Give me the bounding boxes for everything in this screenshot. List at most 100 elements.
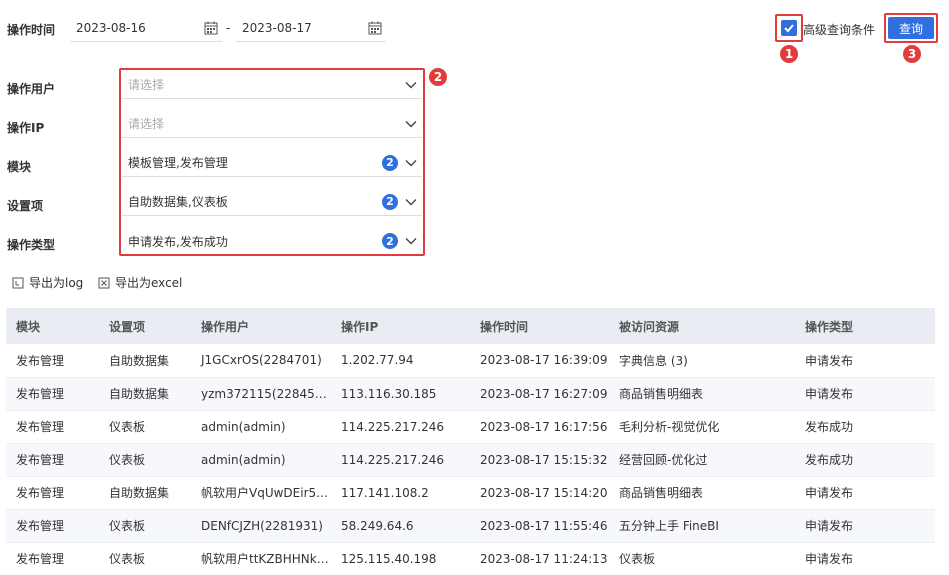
cell-module: 发布管理 [6, 476, 99, 510]
table-header-row: 模块 设置项 操作用户 操作IP 操作时间 被访问资源 操作类型 [6, 308, 935, 344]
module-count-badge: 2 [382, 154, 398, 171]
export-log-button[interactable]: 导出为log [12, 274, 83, 291]
cell-time: 2023-08-17 15:15:32 [470, 443, 609, 477]
chevron-down-icon [405, 120, 417, 127]
cell-user: yzm372115(2284568) [191, 377, 331, 411]
optype-count-badge: 2 [382, 233, 398, 249]
cell-setting: 仪表板 [99, 443, 191, 477]
check-icon [784, 24, 794, 33]
module-select[interactable]: 模板管理,发布管理 2 [122, 149, 422, 177]
end-date-field[interactable]: 2023-08-17 [236, 14, 386, 42]
cell-resource: 经营回顾-优化过 [609, 443, 795, 477]
setting-select[interactable]: 自助数据集,仪表板 2 [122, 188, 422, 216]
table-row[interactable]: 发布管理 自助数据集 yzm372115(2284568) 113.116.30.18… [6, 377, 935, 411]
cell-module: 发布管理 [6, 377, 99, 411]
cell-optype: 申请发布 [795, 542, 935, 575]
cell-optype: 申请发布 [795, 509, 935, 543]
marker-3: 3 [903, 45, 921, 63]
cell-resource: 五分钟上手 FineBI [609, 509, 795, 543]
ip-select[interactable]: 请选择 [122, 110, 422, 138]
cell-resource: 仪表板 [609, 542, 795, 575]
cell-module: 发布管理 [6, 542, 99, 575]
cell-ip: 114.225.217.246 [331, 443, 470, 477]
cell-setting: 仪表板 [99, 410, 191, 444]
advanced-query-label[interactable]: 高级查询条件 [803, 21, 875, 38]
cell-time: 2023-08-17 11:55:46 [470, 509, 609, 543]
query-button[interactable]: 查询 [888, 17, 934, 39]
table-row[interactable]: 发布管理 自助数据集 帆软用户VqUwDEir52... 117.141.108.2 2… [6, 476, 935, 510]
optype-value: 申请发布,发布成功 [128, 234, 228, 249]
cell-time: 2023-08-17 16:17:56 [470, 410, 609, 444]
optype-select[interactable]: 申请发布,发布成功 2 [122, 227, 422, 255]
cell-ip: 58.249.64.6 [331, 509, 470, 543]
module-value: 模板管理,发布管理 [128, 156, 228, 170]
cell-ip: 113.116.30.185 [331, 377, 470, 411]
table-row[interactable]: 发布管理 仪表板 admin(admin) 114.225.217.246 2023-0… [6, 410, 935, 444]
column-header-resource[interactable]: 被访问资源 [609, 308, 795, 344]
cell-time: 2023-08-17 16:39:09 [470, 344, 609, 378]
cell-setting: 自助数据集 [99, 476, 191, 510]
module-label: 模块 [7, 160, 32, 174]
setting-count-badge: 2 [382, 193, 398, 210]
time-label: 操作时间 [7, 23, 56, 37]
cell-ip: 1.202.77.94 [331, 344, 470, 378]
cell-resource: 字典信息 (3) [609, 344, 795, 378]
cell-setting: 仪表板 [99, 509, 191, 543]
start-date-field[interactable]: 2023-08-16 [70, 14, 222, 42]
chevron-down-icon [405, 159, 417, 166]
table-row[interactable]: 发布管理 仪表板 admin(admin) 114.225.217.246 2023-0… [6, 443, 935, 477]
log-file-icon [12, 277, 24, 288]
advanced-query-checkbox[interactable] [781, 20, 797, 36]
cell-time: 2023-08-17 16:27:09 [470, 377, 609, 411]
column-header-module[interactable]: 模块 [6, 308, 99, 344]
cell-setting: 自助数据集 [99, 377, 191, 411]
calendar-icon[interactable] [204, 21, 218, 35]
cell-resource: 商品销售明细表 [609, 476, 795, 510]
cell-ip: 125.115.40.198 [331, 542, 470, 575]
column-header-optype[interactable]: 操作类型 [795, 308, 935, 344]
cell-module: 发布管理 [6, 509, 99, 543]
column-header-time[interactable]: 操作时间 [470, 308, 609, 344]
chevron-down-icon [405, 81, 417, 88]
calendar-icon[interactable] [368, 21, 382, 35]
marker-2: 2 [429, 68, 447, 86]
column-header-user[interactable]: 操作用户 [191, 308, 331, 344]
cell-ip: 114.225.217.246 [331, 410, 470, 444]
cell-setting: 自助数据集 [99, 344, 191, 378]
cell-time: 2023-08-17 15:14:20 [470, 476, 609, 510]
date-separator: - [226, 21, 231, 35]
cell-setting: 仪表板 [99, 542, 191, 575]
cell-optype: 申请发布 [795, 377, 935, 411]
marker-1: 1 [780, 45, 798, 63]
column-header-setting[interactable]: 设置项 [99, 308, 191, 344]
cell-user: J1GCxrOS(2284701) [191, 344, 331, 378]
cell-resource: 商品销售明细表 [609, 377, 795, 411]
table-row[interactable]: 发布管理 仪表板 帆软用户ttKZBHHNk9... 125.115.40.198 20… [6, 542, 935, 575]
table-row[interactable]: 发布管理 自助数据集 J1GCxrOS(2284701) 1.202.77.94 202… [6, 344, 935, 378]
table-row[interactable]: 发布管理 仪表板 DENfCJZH(2281931) 58.249.64.6 2023-… [6, 509, 935, 543]
cell-optype: 申请发布 [795, 344, 935, 378]
column-header-ip[interactable]: 操作IP [331, 308, 470, 344]
user-placeholder: 请选择 [128, 78, 165, 92]
cell-user: admin(admin) [191, 443, 331, 477]
cell-user: admin(admin) [191, 410, 331, 444]
cell-user: 帆软用户VqUwDEir52... [191, 476, 331, 510]
cell-user: 帆软用户ttKZBHHNk9... [191, 542, 331, 575]
export-excel-button[interactable]: 导出为excel [98, 274, 182, 291]
cell-resource: 毛利分析-视觉优化 [609, 410, 795, 444]
cell-ip: 117.141.108.2 [331, 476, 470, 510]
end-date-value: 2023-08-17 [242, 20, 312, 35]
cell-module: 发布管理 [6, 344, 99, 378]
optype-label: 操作类型 [7, 238, 56, 252]
log-table: 模块 设置项 操作用户 操作IP 操作时间 被访问资源 操作类型 发布管理 自助数… [6, 308, 935, 575]
cell-module: 发布管理 [6, 410, 99, 444]
user-label: 操作用户 [7, 82, 56, 96]
ip-placeholder: 请选择 [128, 117, 165, 131]
cell-module: 发布管理 [6, 443, 99, 477]
user-select[interactable]: 请选择 [122, 71, 422, 99]
cell-optype: 发布成功 [795, 410, 935, 444]
export-log-label: 导出为log [29, 276, 84, 290]
excel-file-icon [98, 277, 110, 288]
export-excel-label: 导出为excel [115, 276, 183, 290]
setting-value: 自助数据集,仪表板 [128, 195, 228, 209]
